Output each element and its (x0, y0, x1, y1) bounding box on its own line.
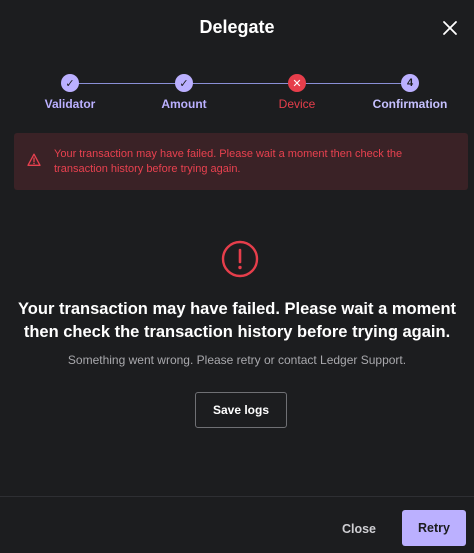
step-validator: ✓ Validator (25, 70, 115, 111)
stepper-track (70, 83, 410, 84)
stepper: ✓ Validator ✓ Amount ✕ Device 4 Confirma… (0, 70, 474, 118)
step-label: Amount (161, 97, 207, 111)
step-label: Device (278, 97, 316, 111)
save-logs-button[interactable]: Save logs (195, 392, 287, 428)
step-label: Confirmation (372, 97, 448, 111)
error-headline: Your transaction may have failed. Please… (18, 300, 457, 341)
modal-title: Delegate (199, 17, 275, 37)
delegate-modal: Delegate ✓ Validator ✓ Amount ✕ Device 4… (0, 0, 474, 553)
error-circle-icon (221, 240, 259, 278)
step-label: Validator (44, 97, 96, 111)
error-alert-banner: Your transaction may have failed. Please… (14, 133, 468, 190)
step-amount: ✓ Amount (139, 70, 229, 111)
step-number: 4 (401, 74, 419, 92)
footer-divider (0, 496, 474, 497)
alert-message: Your transaction may have failed. Please… (54, 148, 403, 175)
error-x-icon: ✕ (288, 74, 306, 92)
close-button[interactable]: Close (326, 512, 392, 546)
modal-header: Delegate (0, 0, 474, 56)
step-device: ✕ Device (252, 70, 342, 111)
retry-button[interactable]: Retry (402, 510, 466, 546)
close-icon[interactable] (438, 16, 462, 40)
check-icon: ✓ (175, 74, 193, 92)
warning-triangle-icon (27, 153, 41, 167)
check-icon: ✓ (61, 74, 79, 92)
step-confirmation: 4 Confirmation (365, 70, 455, 111)
error-subtext: Something went wrong. Please retry or co… (67, 353, 407, 367)
